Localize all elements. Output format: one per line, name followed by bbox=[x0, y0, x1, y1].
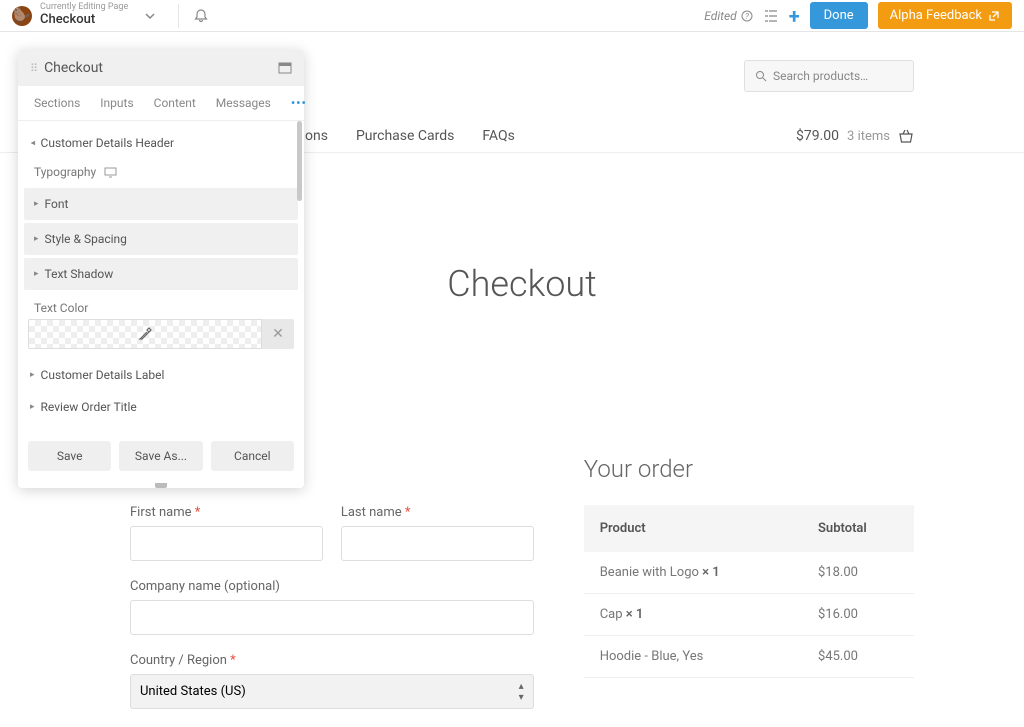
section-customer-details-label[interactable]: ▸ Customer Details Label bbox=[24, 359, 298, 391]
bell-icon[interactable] bbox=[193, 8, 209, 24]
external-link-icon bbox=[988, 10, 1000, 22]
section-customer-details-header[interactable]: ▾ Customer Details Header bbox=[24, 127, 298, 159]
eyedropper-icon bbox=[138, 327, 152, 341]
chevron-right-icon: ▸ bbox=[34, 269, 39, 279]
sub-font[interactable]: ▸ Font bbox=[24, 188, 298, 220]
tab-messages[interactable]: Messages bbox=[206, 86, 281, 120]
add-icon[interactable]: + bbox=[789, 4, 800, 28]
sub-label: Style & Spacing bbox=[45, 232, 127, 246]
search-input[interactable]: Search products… bbox=[744, 60, 914, 92]
product-price: $45.00 bbox=[818, 649, 898, 664]
company-label: Company name (optional) bbox=[130, 579, 534, 594]
cart-price: $79.00 bbox=[796, 128, 839, 144]
product-price: $18.00 bbox=[818, 565, 898, 580]
alpha-feedback-button[interactable]: Alpha Feedback bbox=[878, 2, 1012, 29]
sub-label: Font bbox=[45, 197, 69, 211]
search-icon bbox=[755, 70, 767, 82]
country-select[interactable]: United States (US) bbox=[130, 674, 534, 709]
tab-inputs[interactable]: Inputs bbox=[90, 86, 143, 120]
desktop-icon[interactable] bbox=[104, 167, 117, 178]
topbar-left: 🦫 Currently Editing Page Checkout bbox=[12, 3, 209, 27]
country-label: Country / Region * bbox=[130, 653, 534, 668]
order-section: Your order Product Subtotal Beanie with … bbox=[584, 455, 914, 727]
product-qty: × 1 bbox=[702, 565, 720, 580]
outline-icon[interactable] bbox=[763, 8, 779, 24]
save-button[interactable]: Save bbox=[28, 441, 111, 471]
editing-block: Currently Editing Page Checkout bbox=[40, 3, 128, 27]
product-name: Beanie with Logo bbox=[600, 565, 699, 580]
scrollbar[interactable] bbox=[297, 121, 302, 201]
section-label: Customer Details Label bbox=[41, 368, 165, 382]
first-name-label: First name * bbox=[130, 505, 323, 520]
panel-header[interactable]: ⠿ Checkout bbox=[18, 50, 304, 86]
nav-link-purchase[interactable]: Purchase Cards bbox=[356, 128, 454, 144]
save-as-button[interactable]: Save As... bbox=[119, 441, 202, 471]
typography-label: Typography bbox=[34, 165, 96, 179]
sub-style-spacing[interactable]: ▸ Style & Spacing bbox=[24, 223, 298, 255]
drag-handle-icon[interactable]: ⠿ bbox=[30, 62, 36, 75]
billing-section: Billing details First name * Last name *… bbox=[130, 455, 534, 727]
section-label: Review Order Title bbox=[41, 400, 137, 414]
chevron-down-icon[interactable] bbox=[136, 10, 164, 22]
th-product: Product bbox=[600, 521, 818, 536]
edited-indicator: Edited ? bbox=[704, 9, 752, 23]
panel-footer: Save Save As... Cancel bbox=[18, 433, 304, 483]
sub-label: Text Shadow bbox=[45, 267, 114, 281]
tab-more[interactable]: ••• bbox=[281, 86, 321, 120]
product-price: $16.00 bbox=[818, 607, 898, 622]
basket-icon[interactable] bbox=[898, 129, 914, 143]
company-input[interactable] bbox=[130, 600, 534, 635]
color-swatch[interactable] bbox=[28, 319, 262, 349]
product-name: Cap bbox=[600, 607, 623, 622]
search-placeholder: Search products… bbox=[773, 69, 868, 83]
chevron-right-icon: ▸ bbox=[30, 402, 35, 412]
last-name-input[interactable] bbox=[341, 526, 534, 561]
tab-content[interactable]: Content bbox=[144, 86, 206, 120]
done-button[interactable]: Done bbox=[810, 2, 868, 29]
help-icon[interactable]: ? bbox=[741, 10, 753, 22]
panel-title: Checkout bbox=[44, 60, 278, 76]
nav-link-partial[interactable]: ons bbox=[305, 128, 328, 144]
product-qty: × 1 bbox=[626, 607, 644, 622]
last-name-label: Last name * bbox=[341, 505, 534, 520]
editing-title: Checkout bbox=[40, 13, 128, 27]
panel-body: ▾ Customer Details Header Typography ▸ F… bbox=[18, 121, 304, 433]
edited-text: Edited bbox=[704, 9, 736, 23]
table-row: Hoodie - Blue, Yes $45.00 bbox=[584, 636, 914, 678]
table-row: Cap × 1 $16.00 bbox=[584, 594, 914, 636]
resize-handle-icon[interactable] bbox=[155, 483, 167, 488]
product-name: Hoodie - Blue, Yes bbox=[600, 649, 704, 664]
sub-text-shadow[interactable]: ▸ Text Shadow bbox=[24, 258, 298, 290]
chevron-right-icon: ▸ bbox=[34, 234, 39, 244]
section-label: Customer Details Header bbox=[41, 136, 175, 150]
editor-panel: ⠿ Checkout Sections Inputs Content Messa… bbox=[18, 50, 304, 488]
panel-tabs: Sections Inputs Content Messages ••• bbox=[18, 86, 304, 121]
topbar: 🦫 Currently Editing Page Checkout Edited… bbox=[0, 0, 1024, 32]
window-icon[interactable] bbox=[278, 62, 292, 74]
topbar-right: Edited ? + Done Alpha Feedback bbox=[704, 2, 1012, 29]
order-table: Product Subtotal Beanie with Logo × 1 $1… bbox=[584, 505, 914, 678]
clear-color-button[interactable]: ✕ bbox=[262, 319, 294, 349]
svg-text:?: ? bbox=[745, 12, 749, 21]
chevron-down-icon: ▾ bbox=[27, 141, 37, 146]
chevron-right-icon: ▸ bbox=[34, 199, 39, 209]
table-row: Beanie with Logo × 1 $18.00 bbox=[584, 552, 914, 594]
chevron-right-icon: ▸ bbox=[30, 370, 35, 380]
app-logo-icon: 🦫 bbox=[12, 6, 32, 26]
first-name-input[interactable] bbox=[130, 526, 323, 561]
typography-row: Typography bbox=[24, 159, 298, 185]
divider bbox=[178, 4, 179, 28]
th-subtotal: Subtotal bbox=[818, 521, 898, 536]
nav-link-faqs[interactable]: FAQs bbox=[482, 128, 515, 144]
tab-sections[interactable]: Sections bbox=[24, 86, 90, 120]
alpha-feedback-label: Alpha Feedback bbox=[890, 8, 982, 23]
cancel-button[interactable]: Cancel bbox=[211, 441, 294, 471]
text-color-label: Text Color bbox=[24, 293, 298, 319]
cart-items: 3 items bbox=[847, 129, 890, 144]
section-review-order-title[interactable]: ▸ Review Order Title bbox=[24, 391, 298, 423]
order-heading: Your order bbox=[584, 455, 914, 483]
